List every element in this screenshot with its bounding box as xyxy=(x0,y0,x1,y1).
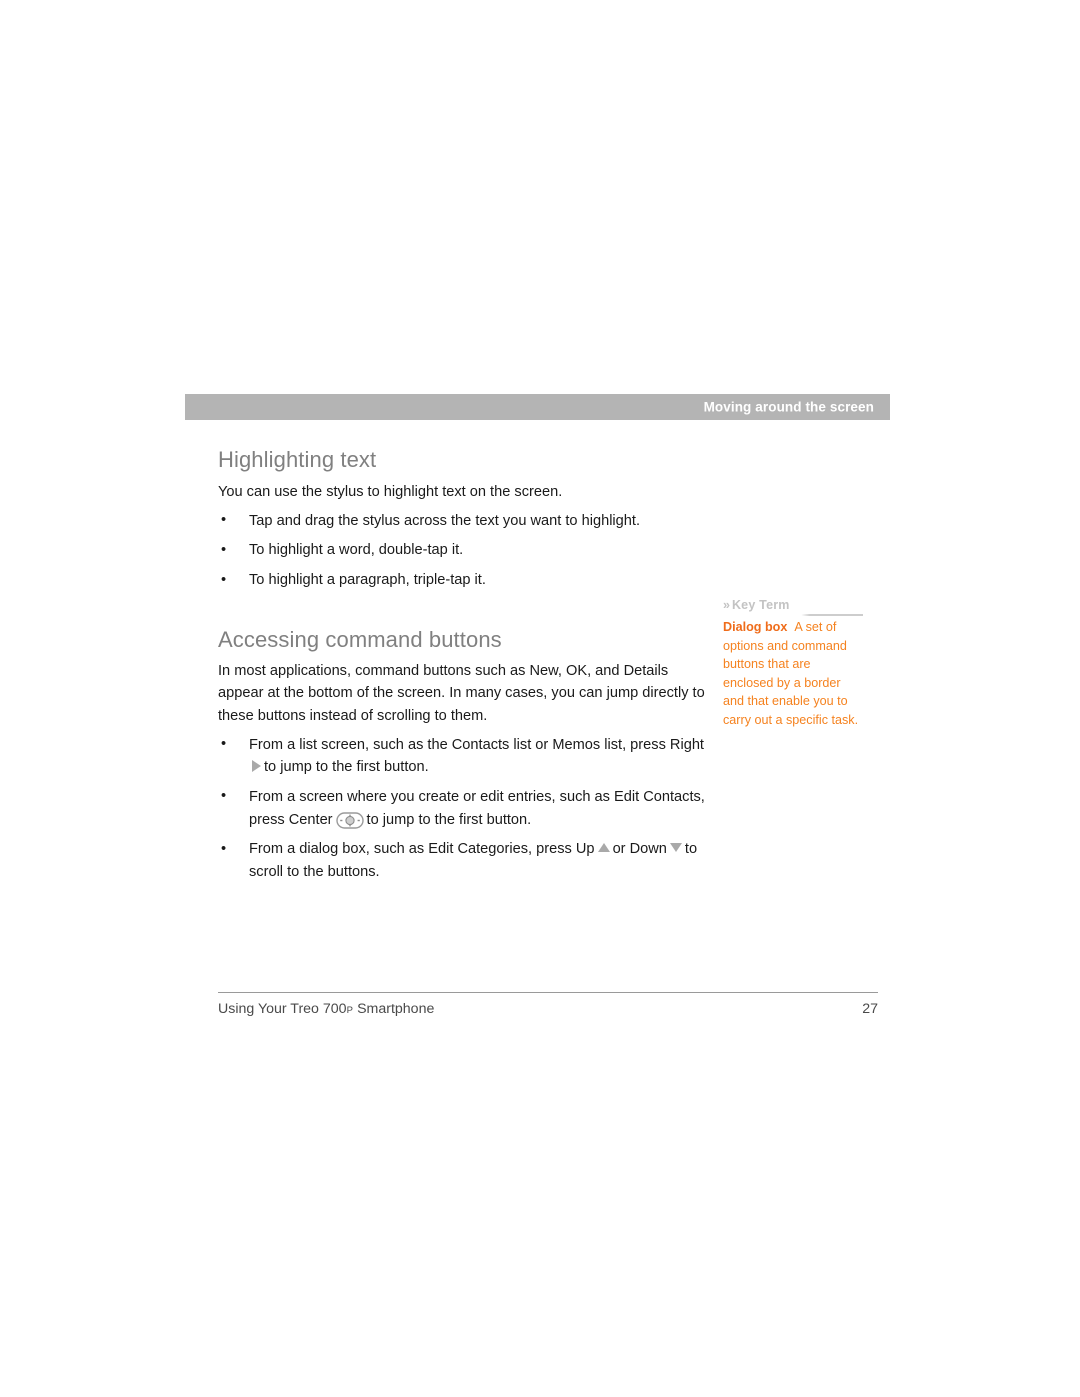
down-arrow-key-icon xyxy=(669,843,682,853)
list-item: From a list screen, such as the Contacts… xyxy=(218,733,710,779)
key-term-definition: A set of options and command buttons tha… xyxy=(723,620,859,727)
main-text-column: Highlighting text You can use the stylus… xyxy=(218,447,710,884)
list-item-text-part: From a list screen, such as the Contacts… xyxy=(249,736,704,753)
list-item: Tap and drag the stylus across the text … xyxy=(218,509,710,533)
running-header-band: Moving around the screen xyxy=(185,394,890,420)
section-heading-highlighting-text: Highlighting text xyxy=(218,447,377,472)
double-chevron-icon: » xyxy=(723,598,730,612)
up-arrow-key-icon xyxy=(597,843,610,853)
key-term-sidenote: » Key Term Dialog box A set of options and… xyxy=(723,598,863,729)
section-intro-accessing-command-buttons: In most applications, command buttons su… xyxy=(218,663,705,724)
footer-document-title: Using Your Treo 700P Smartphone xyxy=(218,1001,434,1017)
section-heading-accessing-command-buttons: Accessing command buttons xyxy=(218,626,502,652)
footer-title-after: Smartphone xyxy=(353,1001,435,1017)
key-term-rule xyxy=(723,614,863,616)
running-header-title: Moving around the screen xyxy=(703,399,874,415)
list-item-text-part: to jump to the first button. xyxy=(264,759,429,776)
right-arrow-key-icon xyxy=(252,760,261,773)
list-item: From a screen where you create or edit e… xyxy=(218,785,710,831)
key-term-heading: » Key Term xyxy=(723,598,863,616)
bullet-list-accessing-command-buttons: From a list screen, such as the Contacts… xyxy=(218,733,710,884)
key-term-label: Key Term xyxy=(731,598,790,612)
footer-row: Using Your Treo 700P Smartphone 27 xyxy=(218,1001,878,1021)
footer-title-before: Using Your Treo 700 xyxy=(218,1001,347,1017)
page-number: 27 xyxy=(862,1001,878,1017)
center-key-icon xyxy=(335,811,364,829)
list-item: To highlight a paragraph, triple-tap it. xyxy=(218,569,710,592)
list-item: To highlight a word, double-tap it. xyxy=(218,539,710,562)
list-item-text-part: or Down xyxy=(612,841,667,858)
list-item-text-part: to jump to the first button. xyxy=(366,811,532,828)
list-item-text-part: From a dialog box, such as Edit Categori… xyxy=(249,841,595,858)
document-page: Moving around the screen Highlighting te… xyxy=(0,0,1080,1397)
list-item: From a dialog box, such as Edit Categori… xyxy=(218,838,710,883)
footer-divider xyxy=(218,992,878,993)
section-intro-highlighting-text: You can use the stylus to highlight text… xyxy=(218,483,563,500)
bullet-list-highlighting-text: Tap and drag the stylus across the text … xyxy=(218,509,710,592)
key-term-body: Dialog box A set of options and command b… xyxy=(723,618,863,729)
page-footer: Using Your Treo 700P Smartphone 27 xyxy=(218,992,878,1021)
key-term-term: Dialog box xyxy=(723,620,788,634)
